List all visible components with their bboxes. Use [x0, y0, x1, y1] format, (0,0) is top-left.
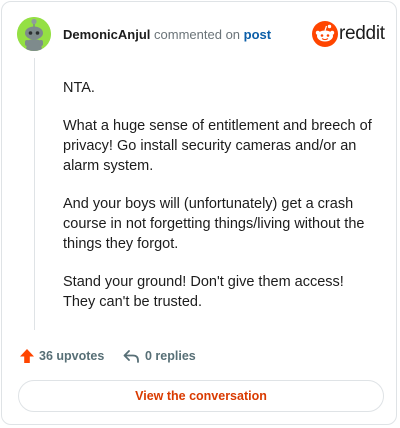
comment-paragraph: What a huge sense of entitlement and bre… [63, 118, 372, 174]
reddit-wordmark: reddit [339, 23, 385, 44]
thread-line [34, 58, 35, 330]
post-link[interactable]: post [244, 27, 271, 42]
comment-embed-card: DemonicAnjul commented on post reddit NT… [1, 1, 397, 425]
username-link[interactable]: DemonicAnjul [63, 27, 150, 42]
reddit-snoo-icon [312, 21, 338, 47]
reply-arrow-icon[interactable] [122, 347, 140, 365]
user-avatar[interactable] [17, 17, 51, 51]
comment-paragraph: NTA. [63, 80, 95, 96]
comment-action-text: commented on [154, 27, 241, 42]
comment-header: DemonicAnjul commented on post [63, 27, 271, 43]
comment-paragraph: Stand your ground! Don't give them acces… [63, 274, 344, 310]
snoo-avatar-icon [17, 17, 51, 51]
reddit-logo[interactable]: reddit [312, 21, 386, 47]
comment-body: NTA. What a huge sense of entitlement an… [63, 78, 378, 330]
view-conversation-button[interactable]: View the conversation [18, 380, 384, 412]
upvote-arrow-icon[interactable] [19, 348, 35, 364]
comment-paragraph: And your boys will (unfortunately) get a… [63, 196, 365, 252]
upvotes-count[interactable]: 36 upvotes [39, 349, 104, 363]
replies-count[interactable]: 0 replies [145, 349, 196, 363]
